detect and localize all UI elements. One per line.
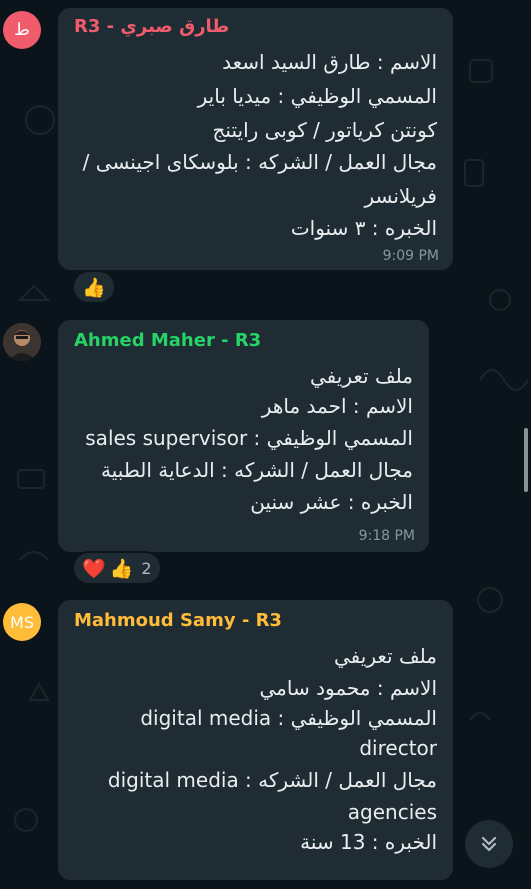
sender-name[interactable]: Mahmoud Samy - R3 xyxy=(74,610,282,631)
message-line: director xyxy=(359,736,437,760)
scroll-to-bottom-button[interactable] xyxy=(465,820,513,868)
message-line: agencies xyxy=(347,800,437,824)
avatar-initials: MS xyxy=(10,612,34,632)
message-3[interactable]: MS Mahmoud Samy - R3 ملف تعريفي الاسم : … xyxy=(0,0,531,885)
scrollbar-thumb[interactable] xyxy=(524,428,528,492)
double-chevron-down-icon xyxy=(481,836,497,852)
message-line: الاسم : محمود سامي xyxy=(259,676,438,700)
message-line: المسمي الوظيفي : digital media xyxy=(140,706,437,730)
message-line: ملف تعريفي xyxy=(334,644,437,668)
bottom-divider xyxy=(0,880,531,885)
sender-avatar[interactable]: MS xyxy=(3,603,41,641)
message-bubble[interactable]: Mahmoud Samy - R3 ملف تعريفي الاسم : محم… xyxy=(58,600,453,880)
message-line: مجال العمل / الشركه : digital media xyxy=(107,768,437,792)
message-line: الخبره : 13 سنة xyxy=(300,830,437,854)
